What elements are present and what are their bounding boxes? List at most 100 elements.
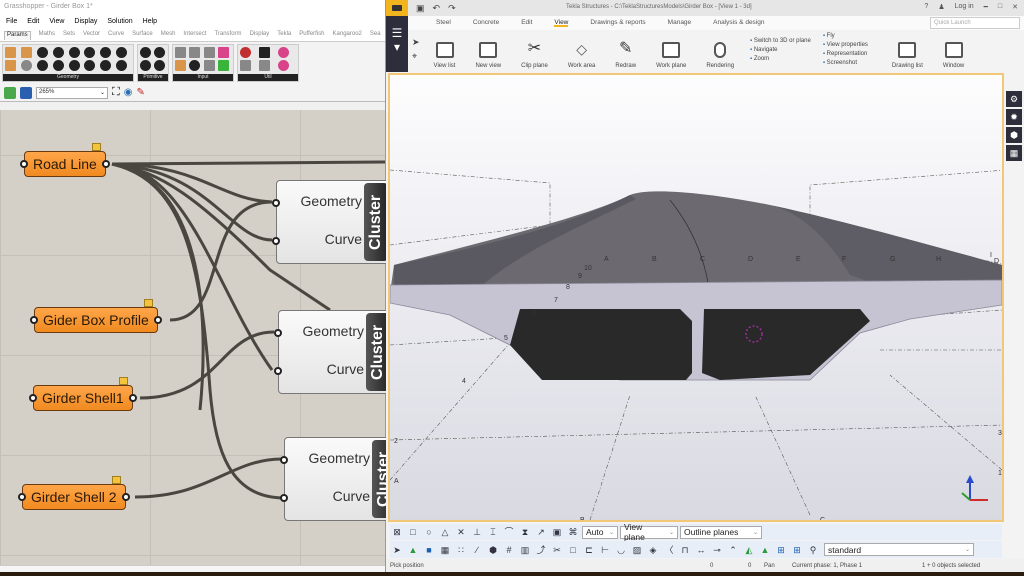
- apps-grid-icon[interactable]: ▦: [1006, 145, 1022, 161]
- line-param-icon[interactable]: [36, 60, 48, 71]
- tab-sets[interactable]: Sets: [63, 31, 75, 40]
- tekla-logo-icon[interactable]: [386, 0, 408, 16]
- menu-file[interactable]: File: [6, 18, 17, 26]
- select-surface-treatment-icon[interactable]: ◡: [614, 543, 628, 557]
- snap-plane-icon[interactable]: ▣: [550, 525, 564, 539]
- input-port[interactable]: [20, 160, 28, 168]
- zoom-select[interactable]: 265% ⌄: [36, 86, 108, 99]
- menu-display[interactable]: Display: [74, 18, 97, 26]
- orb-icon[interactable]: [278, 47, 289, 58]
- open-file-icon[interactable]: [4, 86, 16, 99]
- tab-sea[interactable]: Sea: [370, 31, 381, 40]
- geometry-param-icon[interactable]: [68, 47, 80, 58]
- mesh-param-icon[interactable]: [84, 47, 96, 58]
- tab-pufferfish[interactable]: Pufferfish: [299, 31, 324, 40]
- point-param-icon[interactable]: [68, 60, 80, 71]
- snap-perpendicular-icon[interactable]: ⊥: [470, 525, 484, 539]
- help-icon[interactable]: ?: [924, 3, 928, 11]
- view-properties-button[interactable]: View properties: [823, 42, 868, 48]
- select-grid-icon[interactable]: ∷: [454, 543, 468, 557]
- circle-shape-icon[interactable]: [52, 47, 64, 58]
- redo-icon[interactable]: ↷: [448, 3, 456, 14]
- snap-reference-lines-icon[interactable]: ⊠: [390, 525, 404, 539]
- drawing-list-button[interactable]: Drawing list: [892, 42, 923, 69]
- select-line-icon[interactable]: ↔: [694, 543, 708, 557]
- select-welds-icon[interactable]: ⤴: [534, 543, 548, 557]
- tab-edit[interactable]: Edit: [521, 19, 532, 27]
- screenshot-button[interactable]: Screenshot: [823, 60, 868, 66]
- select-reinforcement-icon[interactable]: ⊢: [598, 543, 612, 557]
- maximize-button[interactable]: □: [998, 3, 1002, 11]
- snap-any-position-icon[interactable]: ⌒: [502, 525, 516, 539]
- tab-analysis-design[interactable]: Analysis & design: [713, 19, 764, 27]
- zoom-selection-icon[interactable]: ⚲: [806, 543, 820, 557]
- save-icon[interactable]: ▣: [416, 3, 425, 14]
- representation-button[interactable]: Representation: [823, 51, 868, 57]
- tab-manage[interactable]: Manage: [668, 19, 692, 27]
- select-arrow-icon[interactable]: ➤: [412, 37, 420, 48]
- quick-launch-input[interactable]: Quick Launch: [930, 17, 1020, 29]
- menu-hamburger-icon[interactable]: ☰: [386, 26, 408, 40]
- redraw-button[interactable]: ✎ Redraw: [615, 38, 636, 69]
- work-area-button[interactable]: ◇ Work area: [568, 41, 596, 69]
- twisted-box-icon[interactable]: [100, 60, 112, 71]
- output-port[interactable]: [121, 493, 130, 501]
- dropdown-arrow-icon[interactable]: ▾: [386, 40, 408, 54]
- select-all-icon[interactable]: ➤: [390, 543, 404, 557]
- view-list-button[interactable]: View list: [434, 42, 455, 69]
- select-lines-icon[interactable]: ∕: [470, 543, 484, 557]
- zoom-button[interactable]: Zoom: [750, 56, 811, 62]
- group-param-icon[interactable]: [116, 60, 128, 71]
- node-canvas[interactable]: Road Line Gider Box Profile Girder Shell…: [0, 110, 399, 565]
- tab-maths[interactable]: Maths: [39, 31, 55, 40]
- tab-surface[interactable]: Surface: [132, 31, 153, 40]
- value-list-icon[interactable]: [203, 47, 215, 58]
- tab-intersect[interactable]: Intersect: [183, 31, 206, 40]
- brep-param-icon[interactable]: [5, 60, 16, 71]
- list-input-icon[interactable]: [203, 60, 215, 71]
- work-plane-button[interactable]: Work plane: [656, 42, 686, 69]
- tab-display[interactable]: Display: [250, 31, 270, 40]
- tab-kangaroo2[interactable]: Kangaroo2: [333, 31, 362, 40]
- rendering-button[interactable]: Rendering: [706, 42, 734, 69]
- snap-nearest-icon[interactable]: ⧗: [518, 525, 532, 539]
- 3d-view[interactable]: A B C D E F G H I 10 9 8 7 6 5 4 3 2 1 A B C D: [388, 73, 1004, 522]
- tab-transform[interactable]: Transform: [214, 31, 241, 40]
- tab-drawings-reports[interactable]: Drawings & reports: [590, 19, 645, 27]
- boolean-param-icon[interactable]: [140, 47, 151, 58]
- zoom-extents-icon[interactable]: ⛶: [112, 86, 120, 99]
- select-assembly-icon[interactable]: ⊓: [678, 543, 692, 557]
- tab-concrete[interactable]: Concrete: [473, 19, 499, 27]
- output-port[interactable]: [128, 394, 137, 402]
- number-param-icon[interactable]: [153, 47, 165, 58]
- output-port[interactable]: [153, 316, 162, 324]
- snap-intersection-icon[interactable]: ✕: [454, 525, 468, 539]
- settings-gear-icon[interactable]: ✹: [1006, 109, 1022, 125]
- select-grid-lines-icon[interactable]: ▥: [518, 543, 532, 557]
- menu-solution[interactable]: Solution: [107, 18, 132, 26]
- select-bolts-icon[interactable]: ⊏: [582, 543, 596, 557]
- plane-param-icon[interactable]: [84, 60, 96, 71]
- curve-input-port[interactable]: [280, 494, 288, 502]
- switch-3d-plane-button[interactable]: Switch to 3D or plane: [750, 38, 811, 44]
- select-arc-icon[interactable]: ⌃: [726, 543, 740, 557]
- circle-param-icon[interactable]: [20, 60, 32, 71]
- button-input-icon[interactable]: [189, 60, 201, 71]
- input-port[interactable]: [18, 493, 26, 501]
- select-loads-icon[interactable]: ◈: [646, 543, 660, 557]
- tab-curve[interactable]: Curve: [108, 31, 124, 40]
- cherries-icon[interactable]: [240, 47, 251, 58]
- input-port[interactable]: [29, 394, 37, 402]
- new-view-button[interactable]: New view: [475, 42, 501, 69]
- menu-view[interactable]: View: [49, 18, 64, 26]
- save-file-icon[interactable]: [20, 86, 32, 99]
- toggle-input-icon[interactable]: [189, 47, 201, 58]
- flask-icon[interactable]: [278, 60, 289, 71]
- integer-param-icon[interactable]: [140, 60, 151, 71]
- gider-box-profile-node[interactable]: Gider Box Profile: [30, 299, 162, 333]
- cluster-component-1[interactable]: Geometry Curve Cluster: [272, 180, 391, 264]
- snap-grid-icon[interactable]: ⌘: [566, 525, 580, 539]
- select-parts-icon[interactable]: ▲: [406, 543, 420, 557]
- girder-shell-2-node[interactable]: Girder Shell 2: [18, 476, 130, 510]
- outline-select[interactable]: Outline planes ⌄: [680, 525, 762, 539]
